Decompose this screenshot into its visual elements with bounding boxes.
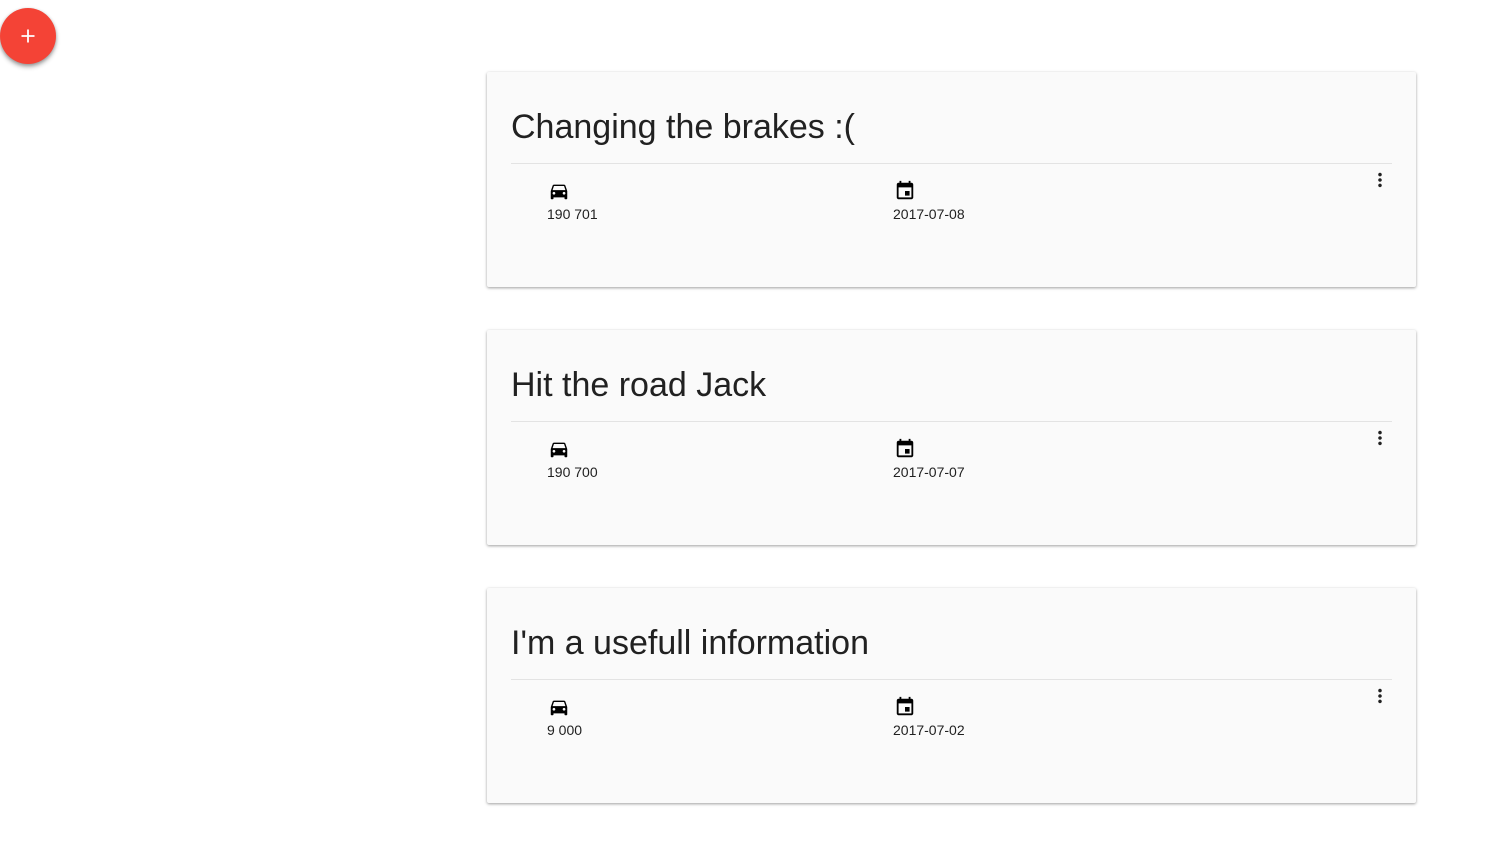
entry-title: Changing the brakes :(	[511, 108, 855, 146]
mileage-value: 190 701	[547, 206, 598, 222]
more-options-button[interactable]	[1368, 426, 1392, 450]
more-options-button[interactable]	[1368, 168, 1392, 192]
entry-card: Changing the brakes :( 190 701 2017-07-0…	[487, 72, 1416, 287]
entry-date: 2017-07-08	[893, 180, 965, 222]
entry-mileage: 190 701	[547, 180, 598, 222]
date-value: 2017-07-08	[893, 206, 965, 222]
car-icon	[550, 700, 568, 716]
more-vert-icon	[1378, 430, 1382, 446]
calendar-icon	[896, 696, 914, 716]
entry-card: Hit the road Jack 190 700 2017-07-07	[487, 330, 1416, 545]
mileage-value: 9 000	[547, 722, 583, 738]
calendar-icon	[896, 438, 914, 458]
entry-date: 2017-07-02	[893, 696, 965, 738]
divider	[511, 163, 1392, 164]
date-value: 2017-07-07	[893, 464, 965, 480]
plus-icon	[21, 29, 35, 43]
entry-list: Changing the brakes :( 190 701 2017-07-0…	[487, 72, 1416, 846]
add-entry-button[interactable]	[0, 8, 56, 64]
date-value: 2017-07-02	[893, 722, 965, 738]
car-icon	[550, 442, 568, 458]
more-vert-icon	[1378, 688, 1382, 704]
entry-mileage: 9 000	[547, 696, 582, 738]
calendar-icon	[896, 180, 914, 200]
more-options-button[interactable]	[1368, 684, 1392, 708]
car-icon	[550, 184, 568, 200]
divider	[511, 679, 1392, 680]
mileage-value: 190 700	[547, 464, 598, 480]
entry-mileage: 190 700	[547, 438, 598, 480]
entry-card: I'm a usefull information 9 000 2017-07-…	[487, 588, 1416, 803]
more-vert-icon	[1378, 172, 1382, 188]
entry-date: 2017-07-07	[893, 438, 965, 480]
entry-title: I'm a usefull information	[511, 624, 869, 662]
entry-title: Hit the road Jack	[511, 366, 767, 404]
divider	[511, 421, 1392, 422]
